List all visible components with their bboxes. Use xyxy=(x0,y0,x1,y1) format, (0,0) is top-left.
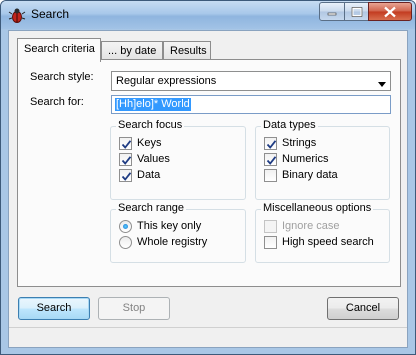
checkmark-icon xyxy=(266,156,277,165)
search-range-title: Search range xyxy=(116,202,187,214)
search-style-value: Regular expressions xyxy=(116,75,217,87)
close-icon xyxy=(384,6,396,17)
search-for-input[interactable]: [Hh]elo]* World xyxy=(111,95,391,114)
search-style-label: Search style: xyxy=(30,71,94,83)
data-types-title: Data types xyxy=(261,119,318,131)
window-title: Search xyxy=(31,7,70,21)
checkmark-icon xyxy=(121,156,132,165)
checkmark-icon xyxy=(121,172,132,181)
data-types-group: Data types Strings Numerics Binary data xyxy=(255,119,390,200)
chevron-down-icon xyxy=(378,78,386,90)
cancel-button[interactable]: Cancel xyxy=(327,297,399,320)
search-button[interactable]: Search xyxy=(18,297,90,320)
tab-by-date[interactable]: ... by date xyxy=(101,41,163,61)
title-bar[interactable]: Search xyxy=(1,1,415,29)
checkmark-icon xyxy=(121,140,132,149)
search-for-value: [Hh]elo]* World xyxy=(115,98,191,111)
search-focus-title: Search focus xyxy=(116,119,185,131)
app-bug-icon xyxy=(8,6,26,24)
status-bar xyxy=(9,327,407,347)
maximize-button[interactable] xyxy=(344,2,369,21)
search-focus-group: Search focus Keys Values Data xyxy=(110,119,246,200)
search-for-label: Search for: xyxy=(30,96,84,108)
radio-selected-icon xyxy=(123,224,128,229)
misc-options-title: Miscellaneous options xyxy=(261,202,374,214)
minimize-button[interactable] xyxy=(319,2,345,21)
tab-results[interactable]: Results xyxy=(163,41,211,61)
tab-search-criteria[interactable]: Search criteria xyxy=(17,38,101,62)
close-button[interactable] xyxy=(368,2,412,21)
search-range-group: Search range This key only Whole registr… xyxy=(110,202,246,263)
search-window: Search Search criteria ... by date Resul… xyxy=(0,0,416,355)
misc-options-group: Miscellaneous options Ignore case High s… xyxy=(255,202,390,263)
dialog-client-area: Search criteria ... by date Results Sear… xyxy=(8,30,408,348)
minimize-icon xyxy=(327,12,337,15)
search-criteria-panel: Search style: Regular expressions Search… xyxy=(17,59,401,287)
maximize-icon xyxy=(351,6,362,17)
search-style-dropdown[interactable]: Regular expressions xyxy=(111,71,391,91)
checkmark-icon xyxy=(266,140,277,149)
stop-button[interactable]: Stop xyxy=(98,297,170,320)
